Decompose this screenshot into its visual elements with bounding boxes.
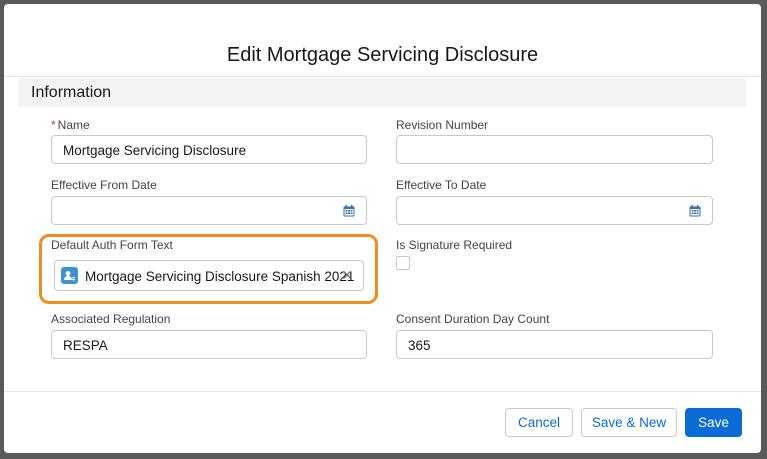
- associated-regulation-input[interactable]: RESPA: [51, 330, 367, 359]
- revision-number-input[interactable]: [396, 135, 713, 164]
- save-and-new-button[interactable]: Save & New: [581, 408, 677, 437]
- effective-to-date-label: Effective To Date: [396, 178, 487, 192]
- section-header-information[interactable]: Information: [18, 78, 746, 107]
- is-signature-required-checkbox[interactable]: [396, 256, 410, 270]
- edit-modal: Edit Mortgage Servicing Disclosure Infor…: [4, 4, 761, 453]
- is-signature-required-label: Is Signature Required: [396, 238, 513, 252]
- associated-regulation-label: Associated Regulation: [51, 312, 171, 326]
- effective-to-date-input[interactable]: [396, 196, 713, 225]
- consent-duration-day-count-input[interactable]: 365: [396, 330, 713, 359]
- name-value: Mortgage Servicing Disclosure: [63, 143, 247, 158]
- name-label: * Name: [51, 118, 90, 132]
- cancel-button[interactable]: Cancel: [505, 408, 573, 437]
- effective-from-date-label: Effective From Date: [51, 178, 157, 192]
- associated-regulation-value: RESPA: [63, 338, 108, 353]
- consent-duration-day-count-value: 365: [408, 338, 431, 353]
- default-auth-form-text-lookup[interactable]: Mortgage Servicing Disclosure Spanish 20…: [54, 260, 364, 291]
- revision-number-label: Revision Number: [396, 118, 489, 132]
- save-button[interactable]: Save: [685, 408, 742, 437]
- calendar-icon[interactable]: [689, 205, 701, 217]
- section-title: Information: [31, 84, 112, 101]
- close-icon[interactable]: ✕: [341, 268, 353, 283]
- selected-record-text: Mortgage Servicing Disclosure Spanish 20…: [85, 269, 355, 284]
- header-divider: [4, 76, 761, 77]
- footer-divider: [4, 391, 761, 392]
- name-input[interactable]: Mortgage Servicing Disclosure: [51, 135, 367, 164]
- modal-title: Edit Mortgage Servicing Disclosure: [226, 44, 539, 66]
- record-icon: [61, 267, 78, 284]
- consent-duration-day-count-label: Consent Duration Day Count: [396, 312, 550, 326]
- effective-from-date-input[interactable]: [51, 196, 367, 225]
- calendar-icon[interactable]: [343, 205, 355, 217]
- name-label-text: Name: [57, 118, 90, 132]
- required-marker: *: [51, 118, 56, 132]
